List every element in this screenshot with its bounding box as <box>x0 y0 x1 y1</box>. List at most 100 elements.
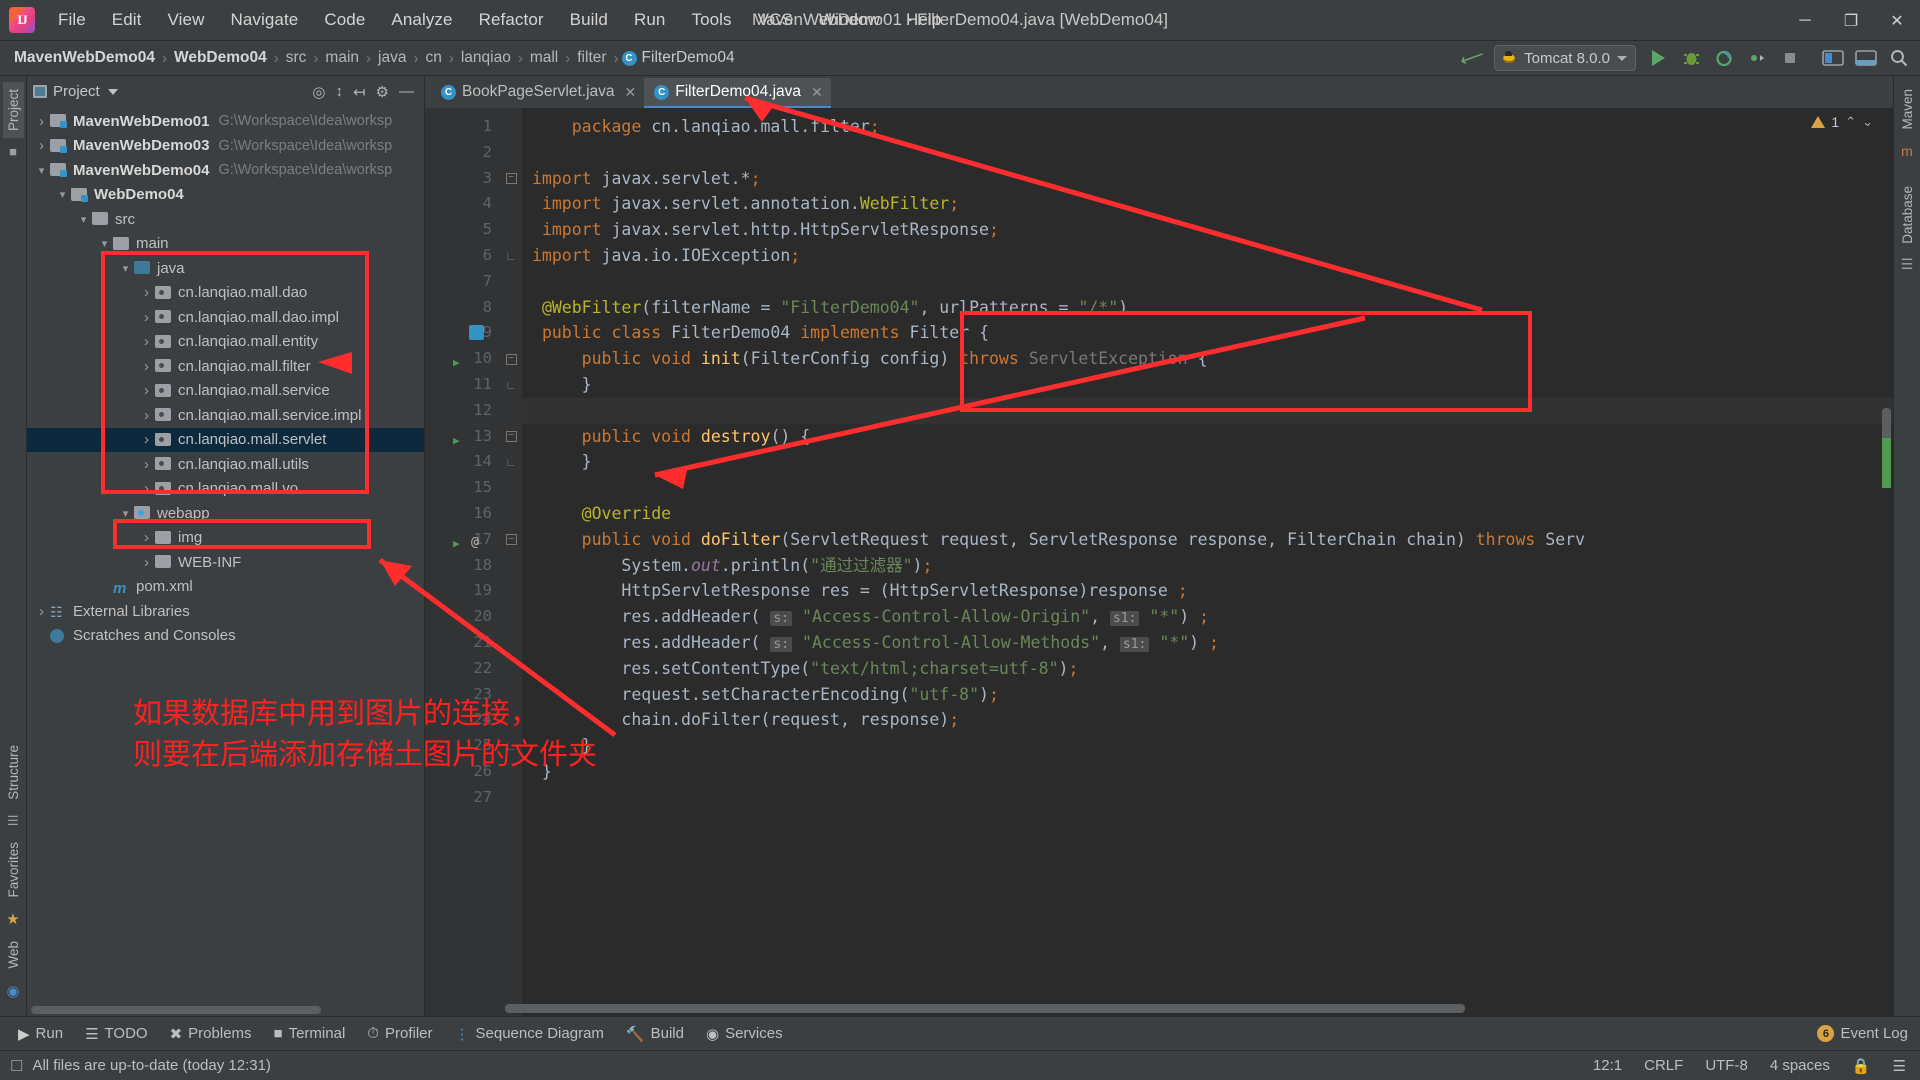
tool-button-sequence-diagram[interactable]: ⋮ Sequence Diagram <box>445 1021 614 1047</box>
line-number[interactable]: 10 ▶ <box>425 346 500 372</box>
lock-status-icon[interactable]: 🔒 <box>1852 1057 1871 1075</box>
chevron-down-icon[interactable] <box>119 507 132 520</box>
chevron-right-icon[interactable] <box>140 480 153 497</box>
line-number[interactable]: 9 <box>425 320 500 346</box>
line-separator[interactable]: CRLF <box>1644 1057 1683 1074</box>
chevron-down-icon[interactable] <box>98 237 111 250</box>
menu-navigate[interactable]: Navigate <box>217 6 311 34</box>
line-number[interactable]: 2 <box>425 140 500 166</box>
code-line[interactable]: import javax.servlet.*; <box>522 166 1893 192</box>
menu-tools[interactable]: Tools <box>678 6 744 34</box>
code-line[interactable]: res.setContentType("text/html;charset=ut… <box>522 656 1893 682</box>
breadcrumb-item-6[interactable]: lanqiao <box>457 47 515 69</box>
tree-node[interactable]: cn.lanqiao.mall.entity <box>27 330 424 355</box>
line-number[interactable]: 15 <box>425 475 500 501</box>
code-line[interactable]: import javax.servlet.http.HttpServletRes… <box>522 217 1893 243</box>
tree-node[interactable]: ☷ External Libraries <box>27 599 424 624</box>
code-line[interactable]: } <box>522 759 1893 785</box>
code-line[interactable] <box>522 269 1893 295</box>
caret-position[interactable]: 12:1 <box>1593 1057 1622 1074</box>
menu-edit[interactable]: Edit <box>99 6 155 34</box>
breadcrumb-item-4[interactable]: java <box>374 47 410 69</box>
tree-node[interactable]: MavenWebDemo03 G:\Workspace\Idea\worksp <box>27 134 424 159</box>
tool-button-profiler[interactable]: ⏱ Profiler <box>357 1021 442 1046</box>
tree-node[interactable]: cn.lanqiao.mall.filter <box>27 354 424 379</box>
code-line[interactable] <box>522 397 1893 424</box>
tree-node[interactable]: cn.lanqiao.mall.utils <box>27 452 424 477</box>
tree-node[interactable]: cn.lanqiao.mall.vo <box>27 477 424 502</box>
chevron-right-icon[interactable] <box>35 137 48 154</box>
close-tab-icon[interactable]: ✕ <box>811 84 823 101</box>
project-horizontal-scrollbar[interactable] <box>31 1006 321 1014</box>
more-run-options-button[interactable] <box>1742 44 1772 72</box>
next-problem-icon[interactable]: ⌄ <box>1862 114 1873 130</box>
tool-tab-project[interactable]: Project <box>2 82 24 139</box>
run-with-coverage-button[interactable] <box>1709 44 1739 72</box>
menu-view[interactable]: View <box>155 6 218 34</box>
tool-button-services[interactable]: ◉ Services <box>696 1021 793 1047</box>
tree-node[interactable]: MavenWebDemo04 G:\Workspace\Idea\worksp <box>27 158 424 183</box>
chevron-right-icon[interactable] <box>140 309 153 326</box>
project-tree[interactable]: MavenWebDemo01G:\Workspace\Idea\workspMa… <box>27 107 424 1016</box>
run-configuration-selector[interactable]: Tomcat 8.0.0 <box>1494 45 1636 71</box>
search-everywhere-button[interactable] <box>1884 44 1914 72</box>
breadcrumb-item-0[interactable]: MavenWebDemo04 <box>10 47 159 69</box>
run-button[interactable] <box>1643 44 1673 72</box>
notifications-icon[interactable]: ☰ <box>1893 1057 1906 1075</box>
event-log-button[interactable]: 6 Event Log <box>1817 1025 1920 1042</box>
code-line[interactable]: import javax.servlet.annotation.WebFilte… <box>522 191 1893 217</box>
chevron-right-icon[interactable] <box>140 382 153 399</box>
tree-node[interactable]: cn.lanqiao.mall.service.impl <box>27 403 424 428</box>
chevron-right-icon[interactable] <box>140 554 153 571</box>
chevron-right-icon[interactable] <box>140 333 153 350</box>
layout-button[interactable] <box>1851 44 1881 72</box>
fold-marker[interactable]: − <box>500 424 522 450</box>
chevron-down-icon[interactable] <box>35 164 48 177</box>
stop-button[interactable] <box>1775 44 1805 72</box>
tree-node[interactable]: webapp <box>27 501 424 526</box>
chevron-right-icon[interactable] <box>140 456 153 473</box>
collapse-all-icon[interactable]: ↤ <box>353 83 366 101</box>
code-line[interactable]: } <box>522 372 1893 398</box>
menu-run[interactable]: Run <box>621 6 679 34</box>
code-line[interactable]: res.addHeader( s: "Access-Control-Allow-… <box>522 630 1893 656</box>
tree-node[interactable]: java <box>27 256 424 281</box>
code-line[interactable]: import java.io.IOException; <box>522 243 1893 269</box>
chevron-down-icon[interactable] <box>107 88 118 95</box>
tree-node[interactable]: img <box>27 526 424 551</box>
code-line[interactable]: res.addHeader( s: "Access-Control-Allow-… <box>522 604 1893 630</box>
chevron-down-icon[interactable] <box>119 262 132 275</box>
chevron-right-icon[interactable] <box>140 407 153 424</box>
hide-panel-icon[interactable]: — <box>399 83 414 100</box>
close-button[interactable]: ✕ <box>1874 0 1920 41</box>
fold-marker[interactable]: ∟ <box>500 243 522 269</box>
code-line[interactable] <box>522 785 1893 811</box>
locate-file-icon[interactable]: ◎ <box>312 83 325 101</box>
code-folding-gutter[interactable]: − ∟ − ∟ − ∟ − ∟ <box>500 108 522 1016</box>
indent-setting[interactable]: 4 spaces <box>1770 1057 1830 1074</box>
editor-tab-filterdemo04[interactable]: C FilterDemo04.java ✕ <box>644 78 831 108</box>
line-number[interactable]: 5 <box>425 217 500 243</box>
line-number[interactable]: 18 <box>425 553 500 579</box>
fold-marker[interactable]: − <box>500 527 522 553</box>
line-number[interactable]: 8 <box>425 295 500 321</box>
close-tab-icon[interactable]: ✕ <box>625 84 637 101</box>
line-number[interactable]: 16 <box>425 501 500 527</box>
fold-marker[interactable]: ∟ <box>500 449 522 475</box>
inspection-widget[interactable]: 1 ⌃ ⌄ <box>1811 114 1873 130</box>
chevron-right-icon[interactable] <box>35 603 48 620</box>
menu-analyze[interactable]: Analyze <box>378 6 465 34</box>
tree-node[interactable]: main <box>27 232 424 257</box>
breadcrumb-item-3[interactable]: main <box>321 47 363 69</box>
chevron-right-icon[interactable] <box>140 284 153 301</box>
tool-button-build[interactable]: 🔨 Build <box>616 1021 694 1047</box>
tool-tab-favorites[interactable]: Favorites <box>3 835 24 905</box>
line-number[interactable]: 14 <box>425 449 500 475</box>
line-number[interactable]: 19 <box>425 578 500 604</box>
build-project-button[interactable]: ⟵ <box>1457 44 1487 72</box>
code-line[interactable]: request.setCharacterEncoding("utf-8"); <box>522 682 1893 708</box>
code-line[interactable]: @Override <box>522 501 1893 527</box>
code-line[interactable]: public void destroy() { <box>522 424 1893 450</box>
updates-button[interactable] <box>1818 44 1848 72</box>
line-number[interactable]: 21 <box>425 630 500 656</box>
